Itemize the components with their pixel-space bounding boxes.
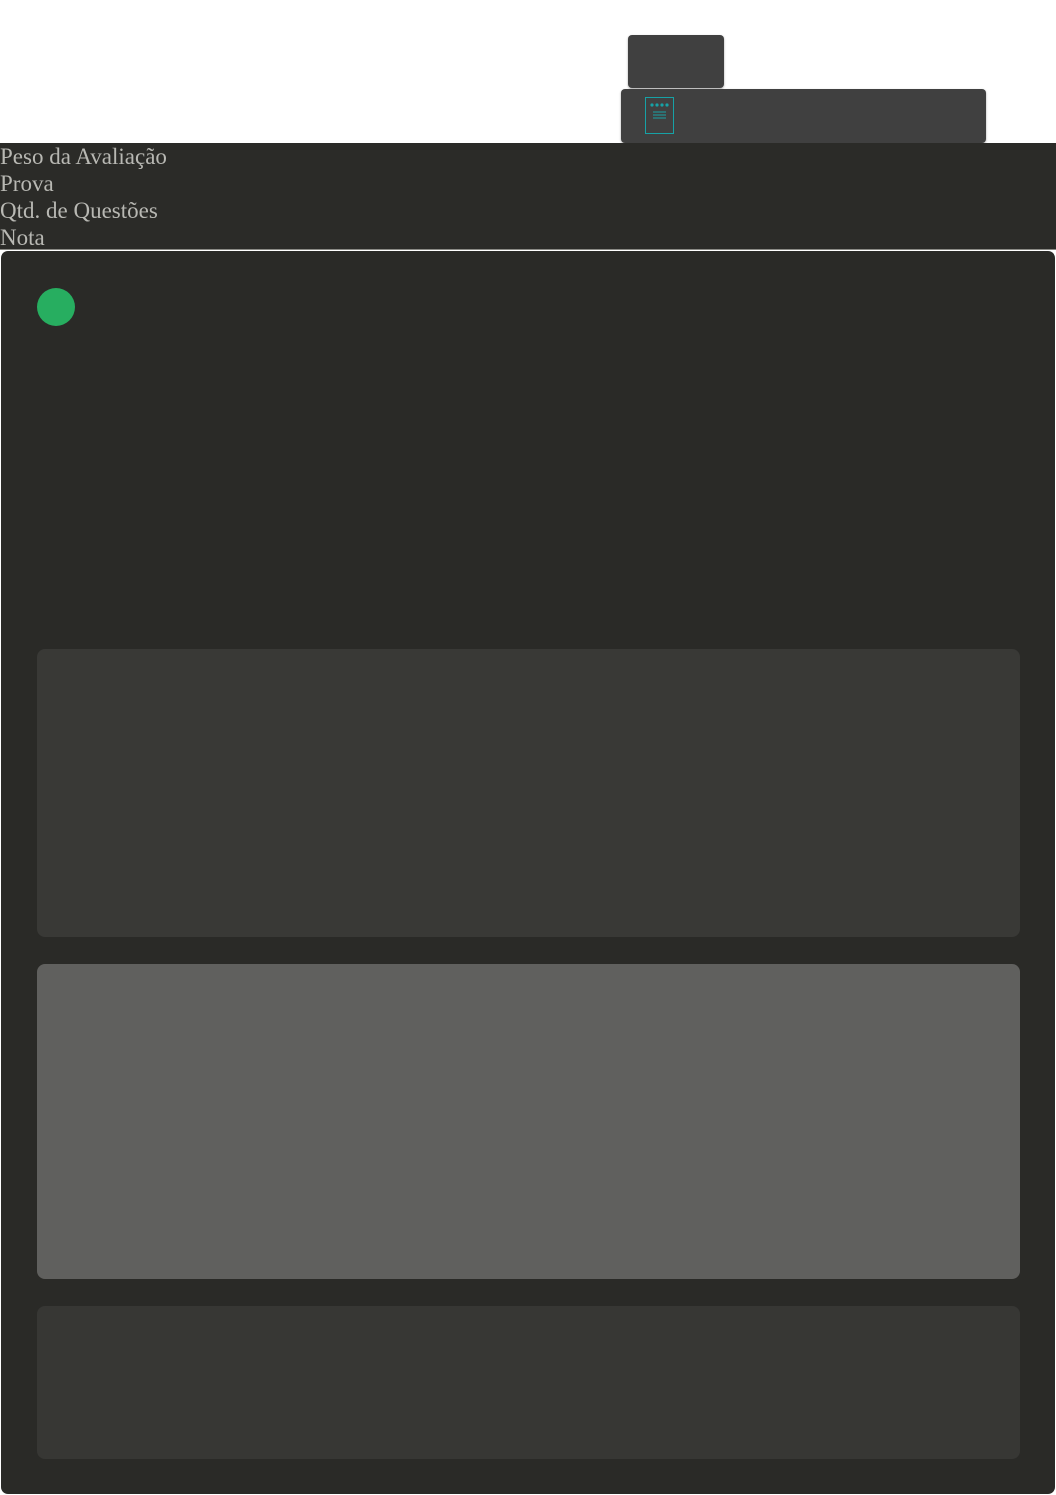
- floating-toolbar: [621, 89, 986, 143]
- top-action-button[interactable]: [628, 35, 724, 88]
- qtd-questoes-label: Qtd. de Questões: [0, 198, 158, 223]
- status-dot-icon: [37, 288, 75, 326]
- main-panel: [1, 251, 1055, 1494]
- field-labels: Peso da Avaliação Prova Qtd. de Questões…: [0, 143, 1056, 250]
- document-icon[interactable]: [645, 97, 674, 134]
- content-card-1: [37, 649, 1020, 937]
- content-card-2: [37, 964, 1020, 1279]
- prova-label: Prova: [0, 171, 54, 196]
- peso-label: Peso da Avaliação: [0, 144, 167, 169]
- content-card-3: [37, 1306, 1020, 1459]
- app-page: Peso da Avaliação Prova Qtd. de Questões…: [0, 0, 1056, 1495]
- nota-label: Nota: [0, 225, 45, 250]
